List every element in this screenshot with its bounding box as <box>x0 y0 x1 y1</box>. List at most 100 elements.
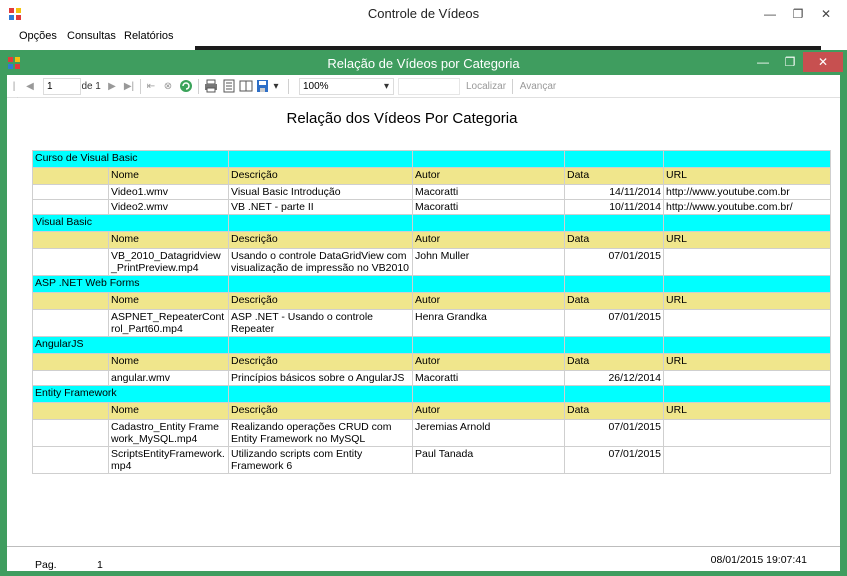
cell-author: Jeremias Arnold <box>412 419 565 447</box>
report-toolbar: |◀ ◀ 1 de 1 ▶ ▶| ⇤ ⊗ <box>7 75 840 107</box>
find-link[interactable]: Localizar <box>466 79 506 94</box>
category-filler-cell <box>228 214 413 232</box>
child-minimize-button[interactable]: — <box>750 52 776 72</box>
prev-page-icon[interactable]: ◀ <box>25 79 35 94</box>
category-row: Curso de Visual Basic <box>32 150 831 168</box>
category-filler-cell <box>663 214 831 232</box>
search-input[interactable] <box>398 78 460 95</box>
cell-date: 14/11/2014 <box>564 184 664 200</box>
restore-button[interactable]: ❐ <box>785 3 811 25</box>
refresh-icon[interactable] <box>179 79 193 93</box>
column-header-name: Nome <box>108 402 229 420</box>
column-header-url: URL <box>663 402 831 420</box>
column-header-name: Nome <box>108 292 229 310</box>
header-row: Nome Descrição Autor Data URL <box>32 231 831 249</box>
cell-name: Video2.wmv <box>108 199 229 215</box>
row-spacer-cell <box>32 248 109 276</box>
cell-url <box>663 370 831 386</box>
child-close-button[interactable]: ✕ <box>803 52 843 72</box>
column-header-name: Nome <box>108 231 229 249</box>
category-name: AngularJS <box>32 336 229 354</box>
report-viewer: |◀ ◀ 1 de 1 ▶ ▶| ⇤ ⊗ <box>7 75 840 571</box>
first-page-icon[interactable]: |◀ <box>9 79 19 107</box>
row-spacer-cell <box>32 419 109 447</box>
footer-page-number: 1 <box>97 559 103 571</box>
current-page-input[interactable]: 1 <box>43 78 81 95</box>
cell-url <box>663 309 831 337</box>
table-row: angular.wmv Princípios básicos sobre o An… <box>32 370 831 386</box>
column-header-name: Nome <box>108 167 229 185</box>
footer-page-label: Pag. <box>35 559 57 571</box>
category-filler-cell <box>564 214 664 232</box>
back-icon[interactable]: ⇤ <box>146 79 156 94</box>
child-restore-button[interactable]: ❐ <box>777 52 803 72</box>
export-dropdown-icon[interactable]: ▾ <box>271 79 281 94</box>
category-row: Entity Framework <box>32 385 831 403</box>
column-header-author: Autor <box>412 231 565 249</box>
category-name: ASP .NET Web Forms <box>32 275 229 293</box>
cell-description: Usando o controle DataGridView com visua… <box>228 248 413 276</box>
column-header-url: URL <box>663 292 831 310</box>
cell-date: 26/12/2014 <box>564 370 664 386</box>
category-filler-cell <box>564 385 664 403</box>
menu-opcoes[interactable]: Opções <box>19 30 57 42</box>
column-header-url: URL <box>663 353 831 371</box>
category-filler-cell <box>564 336 664 354</box>
find-next-link[interactable]: Avançar <box>519 79 557 94</box>
row-spacer-cell <box>32 184 109 200</box>
print-layout-icon[interactable] <box>222 79 236 93</box>
cell-url <box>663 248 831 276</box>
minimize-button[interactable]: — <box>757 3 783 25</box>
cell-author: John Muller <box>412 248 565 276</box>
last-page-icon[interactable]: ▶| <box>123 79 135 94</box>
column-header-author: Autor <box>412 167 565 185</box>
window-title-bar[interactable]: Controle de Vídeos — ❐ ✕ <box>0 0 847 28</box>
report-table: Curso de Visual Basic Nome Descrição Autor D… <box>32 150 831 474</box>
page-setup-icon[interactable] <box>239 79 253 93</box>
column-header-description: Descrição <box>228 231 413 249</box>
category-filler-cell <box>228 336 413 354</box>
column-header-date: Data <box>564 353 664 371</box>
header-spacer-cell <box>32 353 109 371</box>
column-header-date: Data <box>564 167 664 185</box>
category-row: AngularJS <box>32 336 831 354</box>
print-icon[interactable] <box>204 79 218 93</box>
column-header-date: Data <box>564 231 664 249</box>
table-row: VB_2010_Datagridview_PrintPreview.mp4 Usa… <box>32 248 831 276</box>
cell-name: ASPNET_RepeaterControl_Part60.mp4 <box>108 309 229 337</box>
cell-url: http://www.youtube.com.br <box>663 184 831 200</box>
cell-date: 07/01/2015 <box>564 309 664 337</box>
cell-description: Realizando operações CRUD com Entity Fra… <box>228 419 413 447</box>
close-button[interactable]: ✕ <box>813 3 839 25</box>
category-filler-cell <box>663 336 831 354</box>
cell-description: VB .NET - parte II <box>228 199 413 215</box>
category-name: Entity Framework <box>32 385 229 403</box>
column-header-description: Descrição <box>228 167 413 185</box>
cell-author: Paul Tanada <box>412 446 565 474</box>
report-title: Relação dos Vídeos Por Categoria <box>286 110 518 127</box>
header-spacer-cell <box>32 402 109 420</box>
category-filler-cell <box>228 275 413 293</box>
row-spacer-cell <box>32 446 109 474</box>
zoom-select[interactable]: 100% ▾ <box>299 78 394 95</box>
child-title-bar[interactable]: Relação de Vídeos por Categoria — ❐ ✕ <box>0 50 847 75</box>
toolbar-separator <box>140 79 141 94</box>
cell-author: Henra Grandka <box>412 309 565 337</box>
cell-url <box>663 446 831 474</box>
export-icon[interactable] <box>256 79 270 93</box>
header-row: Nome Descrição Autor Data URL <box>32 167 831 185</box>
category-filler-cell <box>228 385 413 403</box>
cell-author: Macoratti <box>412 199 565 215</box>
category-filler-cell <box>564 150 664 168</box>
page-of-label: de <box>81 81 93 92</box>
cell-name: ScriptsEntityFramework.mp4 <box>108 446 229 474</box>
header-row: Nome Descrição Autor Data URL <box>32 402 831 420</box>
column-header-author: Autor <box>412 292 565 310</box>
next-page-icon[interactable]: ▶ <box>107 79 117 94</box>
total-pages-label: 1 <box>95 81 101 92</box>
header-spacer-cell <box>32 167 109 185</box>
menu-relatorios[interactable]: Relatórios <box>124 30 174 42</box>
stop-icon[interactable]: ⊗ <box>162 79 174 94</box>
zoom-chevron-down-icon: ▾ <box>383 81 389 92</box>
menu-consultas[interactable]: Consultas <box>67 30 116 42</box>
